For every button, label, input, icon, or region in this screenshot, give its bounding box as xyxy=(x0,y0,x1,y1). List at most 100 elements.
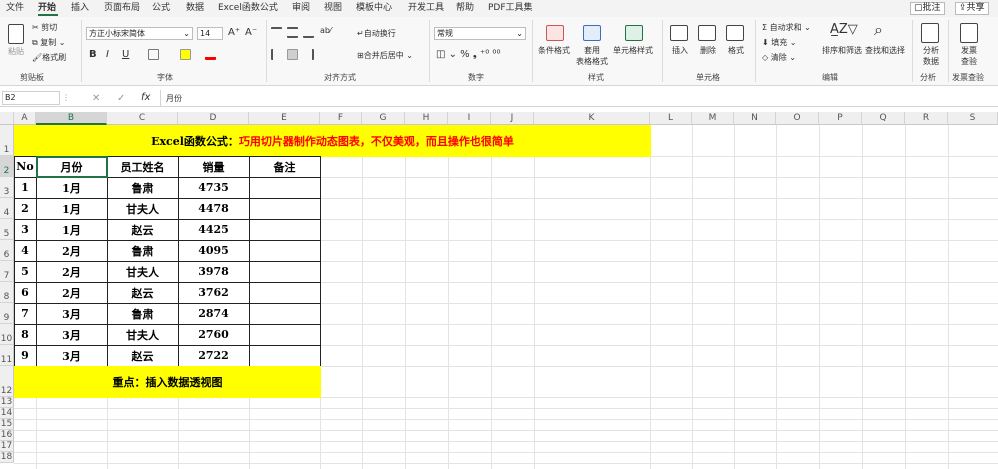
column-header-j[interactable]: J xyxy=(491,112,534,125)
tab-data[interactable]: 数据 xyxy=(186,2,204,15)
column-header-n[interactable]: N xyxy=(734,112,776,125)
table-cell[interactable]: 2月 xyxy=(36,240,108,262)
insert-cells-button[interactable]: 插入 xyxy=(672,45,688,56)
note-cell[interactable]: 重点：插入数据透视图 xyxy=(14,366,321,398)
cut-button[interactable]: ✂ 剪切 xyxy=(32,22,57,33)
border-icon[interactable] xyxy=(148,49,159,60)
table-cell[interactable] xyxy=(249,198,321,220)
tab-template-center[interactable]: 模板中心 xyxy=(356,2,392,15)
row-header-7[interactable]: 7 xyxy=(0,261,14,282)
column-header-m[interactable]: M xyxy=(692,112,734,125)
insert-cells-icon[interactable] xyxy=(670,25,688,41)
sort-filter-button[interactable]: 排序和筛选 xyxy=(822,45,862,56)
analyze-data-button[interactable]: 分析 数据 xyxy=(920,45,942,67)
table-cell[interactable]: 1 xyxy=(14,177,37,199)
table-cell[interactable] xyxy=(249,282,321,304)
font-color-icon[interactable] xyxy=(205,49,216,60)
column-header-f[interactable]: F xyxy=(320,112,362,125)
align-center-icon[interactable] xyxy=(287,49,298,60)
table-cell[interactable] xyxy=(249,324,321,346)
align-top-icon[interactable] xyxy=(271,27,282,38)
table-cell[interactable]: 甘夫人 xyxy=(107,261,179,283)
format-painter-button[interactable]: 🖌格式刷 xyxy=(32,52,66,63)
table-cell[interactable]: 2月 xyxy=(36,261,108,283)
insert-function-button[interactable]: fx xyxy=(141,92,150,103)
column-header-q[interactable]: Q xyxy=(862,112,905,125)
table-cell[interactable]: 鲁肃 xyxy=(107,240,179,262)
column-header-g[interactable]: G xyxy=(362,112,405,125)
row-header-13[interactable]: 13 xyxy=(0,397,14,408)
autosum-button[interactable]: Σ 自动求和 ⌄ xyxy=(762,22,811,33)
table-header-cell[interactable]: No xyxy=(14,156,37,178)
row-header-3[interactable]: 3 xyxy=(0,177,14,198)
invoice-check-icon[interactable] xyxy=(960,23,978,43)
row-header-18[interactable]: 18 xyxy=(0,452,14,463)
grow-font-button[interactable]: A⁺ xyxy=(228,27,240,38)
column-header-k[interactable]: K xyxy=(534,112,650,125)
table-cell[interactable]: 鲁肃 xyxy=(107,303,179,325)
table-cell[interactable]: 7 xyxy=(14,303,37,325)
table-cell[interactable]: 4478 xyxy=(178,198,250,220)
cell-styles-button[interactable]: 单元格样式 xyxy=(613,45,653,56)
column-header-i[interactable]: I xyxy=(448,112,491,125)
search-icon[interactable]: ⌕ xyxy=(874,20,883,40)
table-cell[interactable]: 1月 xyxy=(36,198,108,220)
row-header-9[interactable]: 9 xyxy=(0,303,14,324)
format-as-table-button[interactable]: 套用 表格格式 xyxy=(572,45,612,67)
table-cell[interactable]: 4 xyxy=(14,240,37,262)
conditional-format-icon[interactable] xyxy=(546,25,564,41)
row-header-1[interactable]: 1 xyxy=(0,125,14,156)
bold-button[interactable]: B xyxy=(89,49,97,60)
table-cell[interactable]: 4095 xyxy=(178,240,250,262)
delete-cells-icon[interactable] xyxy=(698,25,716,41)
align-left-icon[interactable] xyxy=(271,49,282,60)
paste-button[interactable]: 粘贴 xyxy=(8,46,24,57)
formula-input[interactable]: 月份 xyxy=(166,93,182,104)
comment-button[interactable]: ▢批注 xyxy=(910,2,945,15)
table-cell[interactable]: 赵云 xyxy=(107,345,179,367)
merge-center-button[interactable]: ⊞合并后居中 ⌄ xyxy=(357,50,413,61)
column-header-o[interactable]: O xyxy=(776,112,819,125)
underline-button[interactable]: U xyxy=(122,49,129,60)
tab-help[interactable]: 帮助 xyxy=(456,2,474,15)
table-cell[interactable]: 2874 xyxy=(178,303,250,325)
table-cell[interactable]: 2722 xyxy=(178,345,250,367)
table-cell[interactable]: 3 xyxy=(14,219,37,241)
column-header-l[interactable]: L xyxy=(650,112,692,125)
worksheet-grid[interactable]: A B C D E F G H I J K L M N O P Q R S 1 2 3 4 5 6 7 8 9 10 11 12 13 14 15… xyxy=(0,112,998,469)
table-cell[interactable] xyxy=(249,261,321,283)
align-middle-icon[interactable] xyxy=(287,27,298,38)
tab-excel-functions[interactable]: Excel函数公式 xyxy=(218,2,278,15)
table-cell[interactable]: 1月 xyxy=(36,177,108,199)
tab-view[interactable]: 视图 xyxy=(324,2,342,15)
table-cell[interactable]: 赵云 xyxy=(107,282,179,304)
wrap-text-button[interactable]: ↵自动换行 xyxy=(357,28,396,39)
cancel-icon[interactable]: ✕ xyxy=(92,93,100,104)
column-header-c[interactable]: C xyxy=(107,112,178,125)
name-box-dropdown-icon[interactable]: ⋮ xyxy=(62,93,70,102)
table-cell[interactable]: 6 xyxy=(14,282,37,304)
invoice-check-button[interactable]: 发票 查验 xyxy=(958,45,980,67)
currency-button[interactable]: ◫ ⌄ % ❟ ⁺⁰ ⁰⁰ xyxy=(436,49,500,60)
share-button[interactable]: ⇪共享 xyxy=(955,2,989,15)
table-cell[interactable] xyxy=(249,219,321,241)
analyze-data-icon[interactable] xyxy=(921,23,939,43)
row-header-17[interactable]: 17 xyxy=(0,441,14,452)
copy-button[interactable]: ⧉ 复制 ⌄ xyxy=(32,37,66,48)
table-cell[interactable]: 3978 xyxy=(178,261,250,283)
row-header-8[interactable]: 8 xyxy=(0,282,14,303)
orientation-icon[interactable]: ab⁄ xyxy=(320,26,331,35)
column-header-d[interactable]: D xyxy=(178,112,249,125)
row-header-12[interactable]: 12 xyxy=(0,366,14,397)
column-header-p[interactable]: P xyxy=(819,112,862,125)
format-cells-icon[interactable] xyxy=(726,25,744,41)
fill-button[interactable]: ⬇ 填充 ⌄ xyxy=(762,37,797,48)
table-cell[interactable]: 甘夫人 xyxy=(107,198,179,220)
align-bottom-icon[interactable] xyxy=(303,27,314,38)
table-cell[interactable] xyxy=(249,240,321,262)
table-cell[interactable]: 3月 xyxy=(36,324,108,346)
title-cell[interactable]: Excel函数公式： 巧用切片器制作动态图表，不仅美观，而且操作也很简单 xyxy=(14,125,651,157)
column-header-h[interactable]: H xyxy=(405,112,448,125)
tab-file[interactable]: 文件 xyxy=(6,2,24,15)
row-header-14[interactable]: 14 xyxy=(0,408,14,419)
